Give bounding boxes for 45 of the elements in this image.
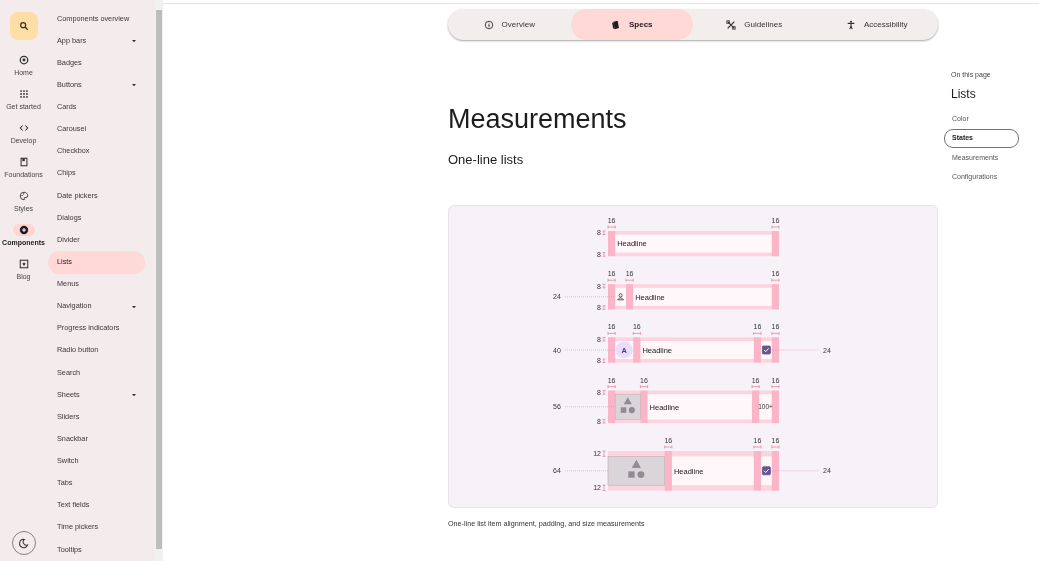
leader-line	[564, 406, 616, 408]
dimension-marker	[625, 278, 634, 283]
dimension-marker	[640, 384, 648, 389]
scrollbar[interactable]	[155, 0, 163, 561]
search-button[interactable]	[9, 12, 38, 40]
dimension-marker	[771, 278, 780, 283]
tab[interactable]: Overview	[448, 9, 571, 40]
search-icon	[18, 21, 29, 31]
tab[interactable]: Guidelines	[693, 9, 816, 40]
dimension-marker	[771, 384, 780, 389]
book-icon	[18, 157, 29, 167]
dimension-marker	[602, 305, 606, 310]
page-title: Measurements	[448, 103, 628, 136]
section-title: One-line lists	[448, 152, 525, 168]
code-icon	[18, 123, 29, 133]
image-placeholder-drawing	[614, 393, 641, 420]
dimension-marker	[753, 445, 762, 449]
dimension-marker	[751, 384, 760, 389]
dimension-marker	[664, 445, 673, 449]
info-icon	[483, 19, 494, 30]
dimension-marker	[632, 331, 641, 336]
leader-line	[564, 296, 616, 298]
dimension-marker	[771, 445, 780, 449]
dimension-marker	[602, 252, 606, 257]
crossed-tools-icon	[726, 19, 737, 30]
dimension-marker	[771, 225, 780, 229]
toc-title: Lists	[951, 85, 977, 103]
dimension-marker	[602, 358, 606, 363]
book-icon	[610, 19, 621, 30]
tab[interactable]: Specs	[570, 9, 693, 40]
grid-icon	[18, 89, 29, 99]
dimension-marker	[753, 331, 762, 336]
image-placeholder-drawing	[607, 456, 665, 486]
leader-line	[564, 470, 609, 472]
plus-circle-icon	[18, 225, 29, 235]
dimension-marker	[771, 331, 780, 336]
moon-icon	[18, 537, 29, 549]
person-icon	[617, 293, 624, 301]
dimension-marker	[602, 419, 606, 424]
tab[interactable]: Accessibility	[815, 9, 938, 40]
dimension-marker	[602, 484, 606, 491]
star-square-icon	[18, 259, 29, 269]
dimension-marker	[602, 450, 606, 457]
person-icon	[845, 19, 856, 30]
palette-icon	[18, 191, 29, 201]
